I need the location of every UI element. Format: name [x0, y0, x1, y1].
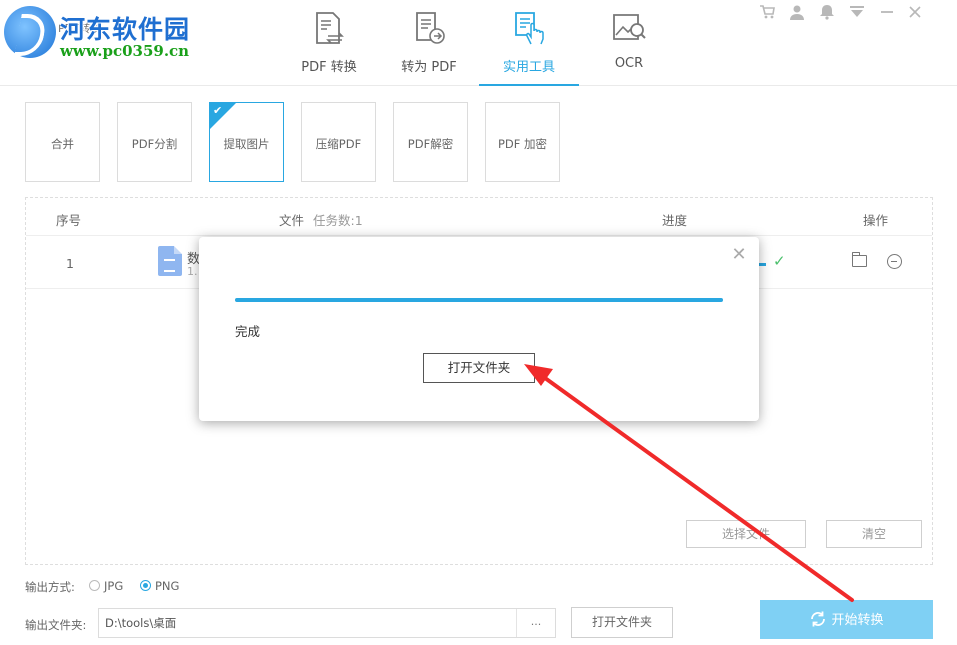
dialog-progress-bar: [235, 298, 723, 302]
completion-dialog: ✕ 完成 打开文件夹: [199, 237, 759, 421]
dialog-close-icon[interactable]: ✕: [731, 246, 747, 264]
dialog-progress-fill: [235, 298, 723, 302]
dialog-open-folder-button[interactable]: 打开文件夹: [423, 353, 535, 383]
dialog-status-text: 完成: [235, 324, 261, 339]
